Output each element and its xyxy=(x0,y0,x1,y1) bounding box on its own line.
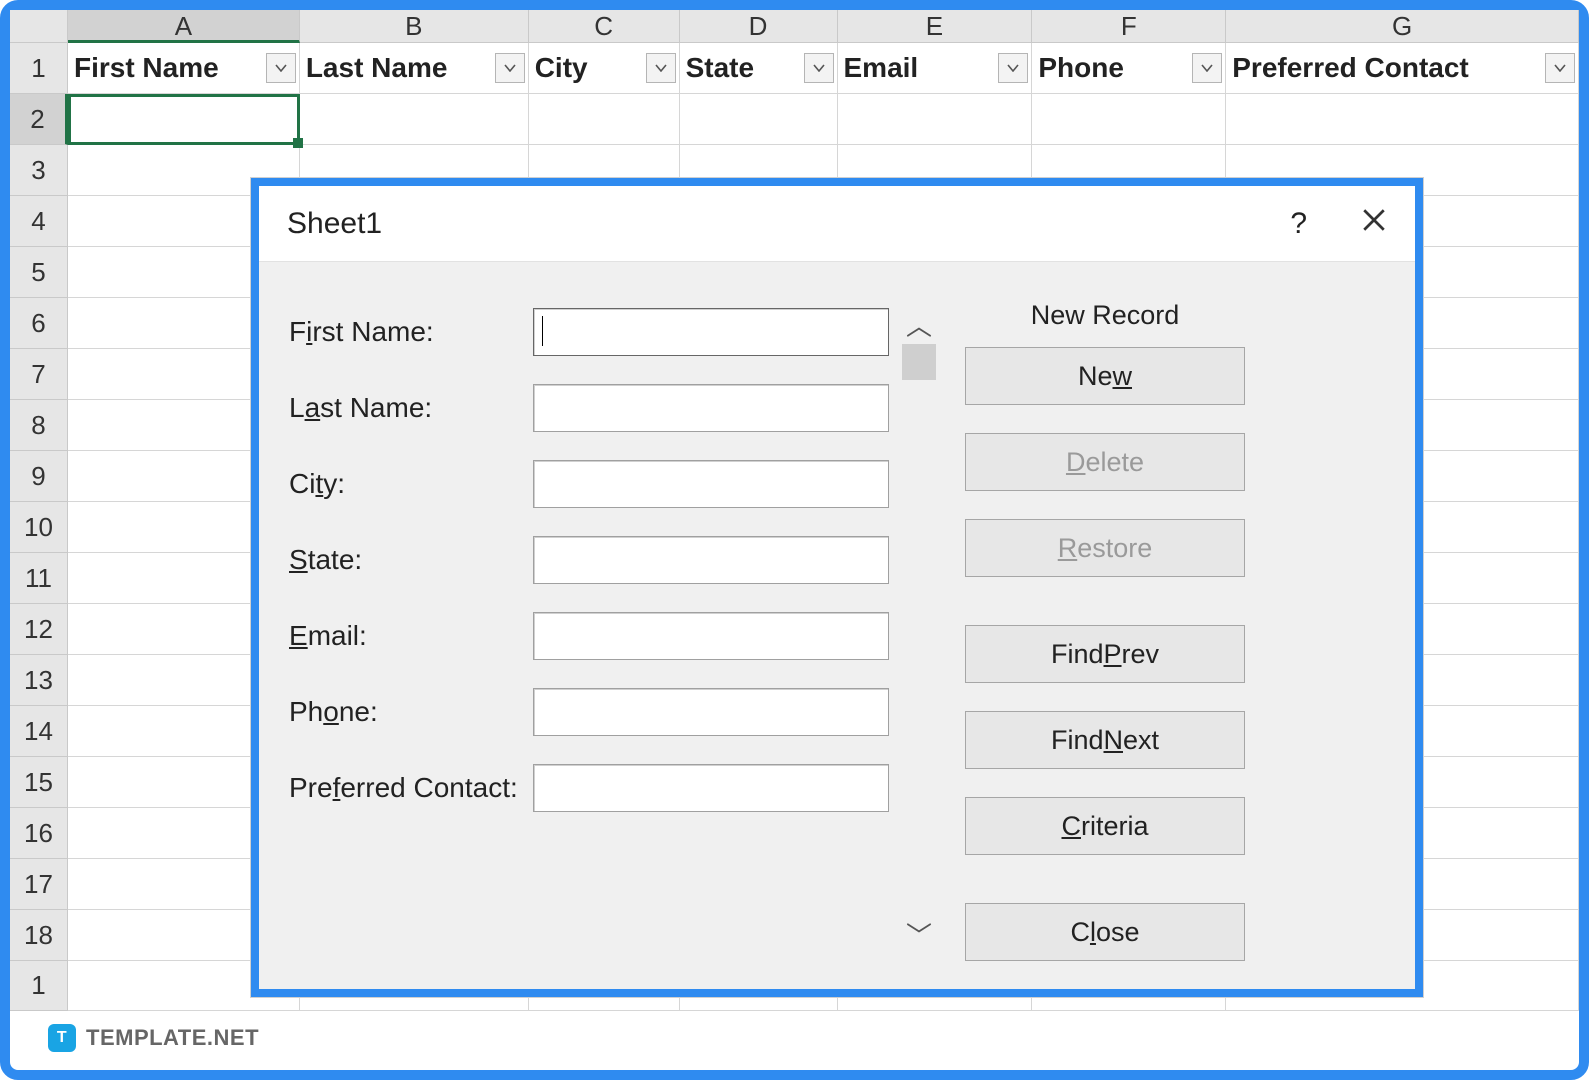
filter-dropdown-C[interactable] xyxy=(646,53,676,83)
label-last-name: Last Name: xyxy=(289,392,533,424)
cell[interactable] xyxy=(300,94,529,145)
col-header-F[interactable]: F xyxy=(1032,10,1226,43)
form-fields: First Name: Last Name: City: State: Emai… xyxy=(289,294,889,826)
label-phone: Phone: xyxy=(289,696,533,728)
input-preferred-contact[interactable] xyxy=(533,764,889,812)
filter-dropdown-B[interactable] xyxy=(495,53,525,83)
cell-C1[interactable]: City xyxy=(529,43,680,94)
record-scrollbar[interactable]: ︿ ﹀ xyxy=(899,306,939,946)
col-header-A[interactable]: A xyxy=(68,10,300,43)
cell[interactable] xyxy=(838,94,1033,145)
col-header-E[interactable]: E xyxy=(838,10,1033,43)
input-last-name[interactable] xyxy=(533,384,889,432)
row-header-13[interactable]: 13 xyxy=(10,655,68,706)
row-header-4[interactable]: 4 xyxy=(10,196,68,247)
header-label: Phone xyxy=(1038,52,1124,84)
col-header-C[interactable]: C xyxy=(529,10,680,43)
dialog-titlebar[interactable]: Sheet1 ? xyxy=(259,186,1415,262)
close-button[interactable]: Close xyxy=(965,903,1245,961)
criteria-button[interactable]: Criteria xyxy=(965,797,1245,855)
col-header-G[interactable]: G xyxy=(1226,10,1579,43)
restore-button[interactable]: Restore xyxy=(965,519,1245,577)
row-header-7[interactable]: 7 xyxy=(10,349,68,400)
label-first-name: First Name: xyxy=(289,316,533,348)
cell-G1[interactable]: Preferred Contact xyxy=(1226,43,1579,94)
input-email[interactable] xyxy=(533,612,889,660)
select-all-corner[interactable] xyxy=(10,10,68,43)
scroll-track[interactable] xyxy=(902,336,936,916)
cell-E1[interactable]: Email xyxy=(838,43,1033,94)
filter-dropdown-G[interactable] xyxy=(1545,53,1575,83)
row-header-3[interactable]: 3 xyxy=(10,145,68,196)
header-label: Preferred Contact xyxy=(1232,52,1469,84)
watermark-badge-icon: T xyxy=(48,1024,76,1052)
cell-A2[interactable] xyxy=(68,94,300,145)
row-header-8[interactable]: 8 xyxy=(10,400,68,451)
label-city: City: xyxy=(289,468,533,500)
watermark-text: TEMPLATE.NET xyxy=(86,1025,259,1051)
close-icon[interactable] xyxy=(1361,207,1387,241)
find-next-button[interactable]: Find Next xyxy=(965,711,1245,769)
filter-dropdown-F[interactable] xyxy=(1192,53,1222,83)
row-header-12[interactable]: 12 xyxy=(10,604,68,655)
new-button[interactable]: New xyxy=(965,347,1245,405)
row-header-1[interactable]: 1 xyxy=(10,43,68,94)
header-label: Last Name xyxy=(306,52,448,84)
row-header-17[interactable]: 17 xyxy=(10,859,68,910)
cell-B1[interactable]: Last Name xyxy=(300,43,529,94)
row-header-14[interactable]: 14 xyxy=(10,706,68,757)
cell-A1[interactable]: First Name xyxy=(68,43,300,94)
find-prev-button[interactable]: Find Prev xyxy=(965,625,1245,683)
row-header-2[interactable]: 2 xyxy=(10,94,68,145)
filter-dropdown-E[interactable] xyxy=(998,53,1028,83)
record-status: New Record xyxy=(965,300,1245,331)
label-state: State: xyxy=(289,544,533,576)
cell-F1[interactable]: Phone xyxy=(1032,43,1226,94)
cell[interactable] xyxy=(1032,94,1226,145)
row-header-11[interactable]: 11 xyxy=(10,553,68,604)
row-header-5[interactable]: 5 xyxy=(10,247,68,298)
scroll-down-icon[interactable]: ﹀ xyxy=(906,916,932,946)
cell[interactable] xyxy=(680,94,838,145)
dialog-title: Sheet1 xyxy=(287,207,382,241)
row-header-9[interactable]: 9 xyxy=(10,451,68,502)
input-phone[interactable] xyxy=(533,688,889,736)
label-preferred-contact: Preferred Contact: xyxy=(289,772,533,804)
header-label: State xyxy=(686,52,754,84)
header-label: First Name xyxy=(74,52,219,84)
watermark: T TEMPLATE.NET xyxy=(48,1024,259,1052)
row-header-16[interactable]: 16 xyxy=(10,808,68,859)
cell[interactable] xyxy=(1226,94,1579,145)
text-caret xyxy=(542,316,543,346)
input-state[interactable] xyxy=(533,536,889,584)
row-header-partial[interactable]: 1 xyxy=(10,961,68,1011)
input-city[interactable] xyxy=(533,460,889,508)
cell-D1[interactable]: State xyxy=(680,43,838,94)
help-icon[interactable]: ? xyxy=(1290,207,1307,241)
filter-dropdown-A[interactable] xyxy=(266,53,296,83)
col-header-B[interactable]: B xyxy=(300,10,529,43)
filter-dropdown-D[interactable] xyxy=(804,53,834,83)
row-header-6[interactable]: 6 xyxy=(10,298,68,349)
row-header-15[interactable]: 15 xyxy=(10,757,68,808)
scroll-thumb[interactable] xyxy=(902,344,936,380)
label-email: Email: xyxy=(289,620,533,652)
input-first-name[interactable] xyxy=(533,308,889,356)
col-header-D[interactable]: D xyxy=(680,10,838,43)
delete-button[interactable]: Delete xyxy=(965,433,1245,491)
row-header-10[interactable]: 10 xyxy=(10,502,68,553)
header-label: City xyxy=(535,52,588,84)
data-form-dialog: Sheet1 ? First Name: Last Name: Cit xyxy=(251,178,1423,997)
row-header-18[interactable]: 18 xyxy=(10,910,68,961)
cell[interactable] xyxy=(529,94,680,145)
scroll-up-icon[interactable]: ︿ xyxy=(906,306,932,336)
header-label: Email xyxy=(844,52,919,84)
